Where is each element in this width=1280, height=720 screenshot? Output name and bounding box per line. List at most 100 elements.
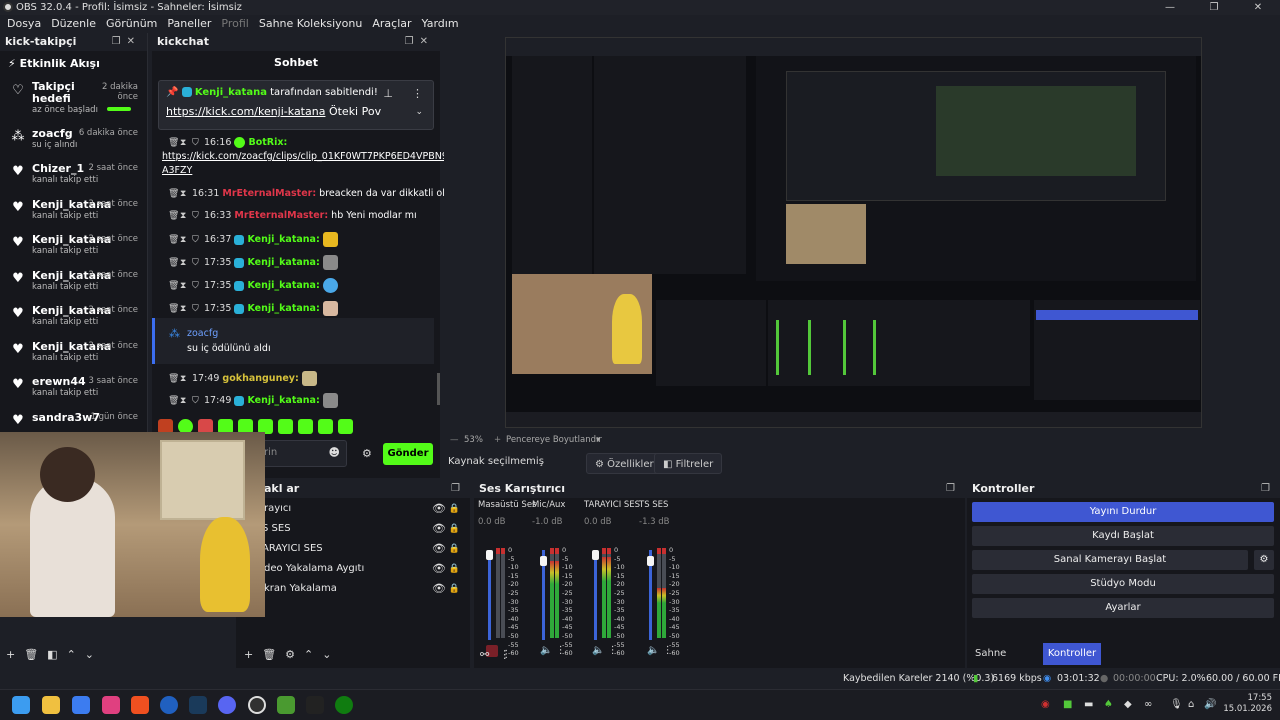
feed-item[interactable]: ♥ Kenji_katana kanalı takip etti 2 saat … xyxy=(0,336,147,372)
pinned-user[interactable]: Kenji_katana xyxy=(195,87,267,98)
menu-sahne-koleksiyonu[interactable]: Sahne Koleksiyonu xyxy=(254,15,368,33)
zoom-level[interactable]: 53% xyxy=(464,433,483,447)
feed-item[interactable]: ♥ Kenji_katana kanalı takip etti 2 saat … xyxy=(0,229,147,265)
volume-slider[interactable] xyxy=(592,550,599,640)
tray-icon[interactable]: ◆ xyxy=(1124,699,1132,710)
file-explorer-icon[interactable] xyxy=(42,696,60,714)
source-item[interactable]: S SES 👁 🔒 xyxy=(236,519,466,539)
tray-icon[interactable]: ◉ xyxy=(1041,699,1050,710)
xbox-icon[interactable] xyxy=(335,696,353,714)
volume-knob[interactable] xyxy=(592,550,599,560)
volume-slider[interactable] xyxy=(486,550,493,640)
menu-paneller[interactable]: Paneller xyxy=(162,15,216,33)
menu-dosya[interactable]: Dosya xyxy=(2,15,46,33)
dock-button[interactable]: ❐ xyxy=(451,480,466,498)
chat-link[interactable]: A3FZY xyxy=(162,165,192,176)
chat-link[interactable]: https://kick.com/zoacfg/clips/clip_01KF0… xyxy=(162,151,454,162)
obs-icon[interactable] xyxy=(248,696,266,714)
maximize-button[interactable]: ❐ xyxy=(1192,0,1236,15)
minecraft-icon[interactable] xyxy=(277,696,295,714)
heart-icon: ♥ xyxy=(12,377,24,392)
program-preview[interactable] xyxy=(505,37,1202,428)
level-meter xyxy=(607,548,611,638)
tab-scene-transitions[interactable]: Sahne Geçişleri xyxy=(971,643,1039,681)
feed-item[interactable]: ⁂ zoacfg su iç alındı 6 dakika önce xyxy=(0,123,147,159)
menu-araclar[interactable]: Araçlar xyxy=(367,15,416,33)
volume-knob[interactable] xyxy=(540,556,547,566)
dock-button[interactable]: ❐ xyxy=(1261,480,1276,498)
menu-duzenle[interactable]: Düzenle xyxy=(46,15,101,33)
brave-icon[interactable] xyxy=(131,696,149,714)
visibility-icon: 👁 xyxy=(432,502,446,515)
app-icon[interactable] xyxy=(160,696,178,714)
menu-gorunum[interactable]: Görünüm xyxy=(101,15,162,33)
volume-slider[interactable] xyxy=(647,550,654,640)
studio-mode-button[interactable]: Stüdyo Modu xyxy=(972,574,1274,594)
windows-start-icon[interactable] xyxy=(12,696,30,714)
tray-icon[interactable]: ■ xyxy=(1063,699,1072,710)
close-button[interactable]: ✕ xyxy=(1236,0,1280,15)
fit-to-window[interactable]: Pencereye Boyutlandır xyxy=(506,433,602,447)
menu-yardim[interactable]: Yardım xyxy=(417,15,464,33)
heart-icon: ♡ xyxy=(12,83,24,98)
volume-icon[interactable]: 🔊 xyxy=(1204,699,1216,710)
scrollbar[interactable] xyxy=(437,373,440,405)
feed-item[interactable]: ♥ Kenji_katana kanalı takip etti 2 saat … xyxy=(0,300,147,336)
volume-knob[interactable] xyxy=(647,556,654,566)
tray-icon[interactable]: ♠ xyxy=(1104,699,1113,710)
dock-button[interactable]: ❐ xyxy=(946,480,961,498)
more-icon[interactable]: ⋮ xyxy=(663,645,673,656)
chevron-down-icon[interactable]: ⌄ xyxy=(415,107,423,117)
steam-icon[interactable] xyxy=(189,696,207,714)
feed-item[interactable]: ♥ sandra3w7 1 gün önce xyxy=(0,407,147,428)
emoji-icon[interactable]: ☻ xyxy=(329,446,340,459)
start-recording-button[interactable]: Kaydı Başlat xyxy=(972,526,1274,546)
gear-icon[interactable]: ⚙ xyxy=(362,447,372,460)
microphone-icon[interactable]: 🎙 xyxy=(1170,699,1183,710)
feed-item[interactable]: ♥ Kenji_katana kanalı takip etti 2 saat … xyxy=(0,194,147,230)
more-icon[interactable]: ⋮ xyxy=(412,87,423,100)
network-icon[interactable]: ⌂ xyxy=(1188,699,1194,710)
dock-buttons[interactable]: ❐✕ xyxy=(405,33,434,51)
sources-toolbar[interactable]: +🗑⚙⌃⌄ xyxy=(244,648,340,661)
feed-item[interactable]: ♥ Chizer_1 kanalı takip etti 2 saat önce xyxy=(0,158,147,194)
source-item[interactable]: rayıcı 👁 🔒 xyxy=(236,499,466,519)
app-icon[interactable] xyxy=(72,696,90,714)
tray-icon[interactable]: ∞ xyxy=(1144,699,1152,710)
more-icon[interactable]: ⋮ xyxy=(556,645,566,656)
scenes-toolbar[interactable]: +🗑◧⌃⌄ xyxy=(6,648,103,661)
stop-streaming-button[interactable]: Yayını Durdur xyxy=(972,502,1274,522)
virtual-camera-settings-button[interactable]: ⚙ xyxy=(1254,550,1274,570)
source-item[interactable]: deo Yakalama Aygıtı 👁 🔒 xyxy=(236,559,466,579)
source-item[interactable]: kran Yakalama 👁 🔒 xyxy=(236,579,466,599)
volume-knob[interactable] xyxy=(486,550,493,560)
tray-icon[interactable]: ▬ xyxy=(1084,699,1093,710)
speaker-icon[interactable]: 🔈 xyxy=(540,645,552,656)
feed-item[interactable]: ♡ Takipçi hedefi az önce başladı 2 dakik… xyxy=(0,77,147,116)
chat-input[interactable]: rin ☻ xyxy=(257,440,347,467)
chevron-down-icon[interactable]: ▾ xyxy=(596,433,600,447)
minimize-button[interactable]: — xyxy=(1148,0,1192,15)
clock[interactable]: 17:55 15.01.2026 xyxy=(1223,693,1272,715)
filters-button[interactable]: ◧ Filtreler xyxy=(654,453,723,474)
speaker-icon[interactable]: 🔈 xyxy=(647,645,659,656)
more-icon[interactable]: ⋮ xyxy=(608,645,618,656)
epic-games-icon[interactable] xyxy=(306,696,324,714)
feed-item[interactable]: ♥ Kenji_katana kanalı takip etti 2 saat … xyxy=(0,265,147,301)
discord-icon[interactable] xyxy=(218,696,236,714)
feed-item[interactable]: ♥ erewn44 kanalı takip etti 3 saat önce xyxy=(0,371,147,407)
settings-button[interactable]: Ayarlar xyxy=(972,598,1274,618)
send-button[interactable]: Gönder xyxy=(383,443,433,465)
speaker-icon[interactable]: 🔈 xyxy=(592,645,604,656)
mixer-toolbar[interactable]: ⚯⋮ xyxy=(480,648,520,661)
start-virtual-camera-button[interactable]: Sanal Kamerayı Başlat xyxy=(972,550,1248,570)
tab-controls[interactable]: Kontroller xyxy=(1043,643,1101,665)
pinned-link[interactable]: https://kick.com/kenji-katana xyxy=(166,105,325,118)
properties-button[interactable]: ⚙ Özellikler xyxy=(586,453,663,474)
menu-profil[interactable]: Profil xyxy=(216,15,253,33)
source-item[interactable]: ARAYICI SES 👁 🔒 xyxy=(236,539,466,559)
app-icon[interactable] xyxy=(102,696,120,714)
volume-slider[interactable] xyxy=(540,550,547,640)
dock-buttons[interactable]: ❐✕ xyxy=(112,33,141,51)
pin-icon[interactable]: ⊥ xyxy=(383,87,393,100)
